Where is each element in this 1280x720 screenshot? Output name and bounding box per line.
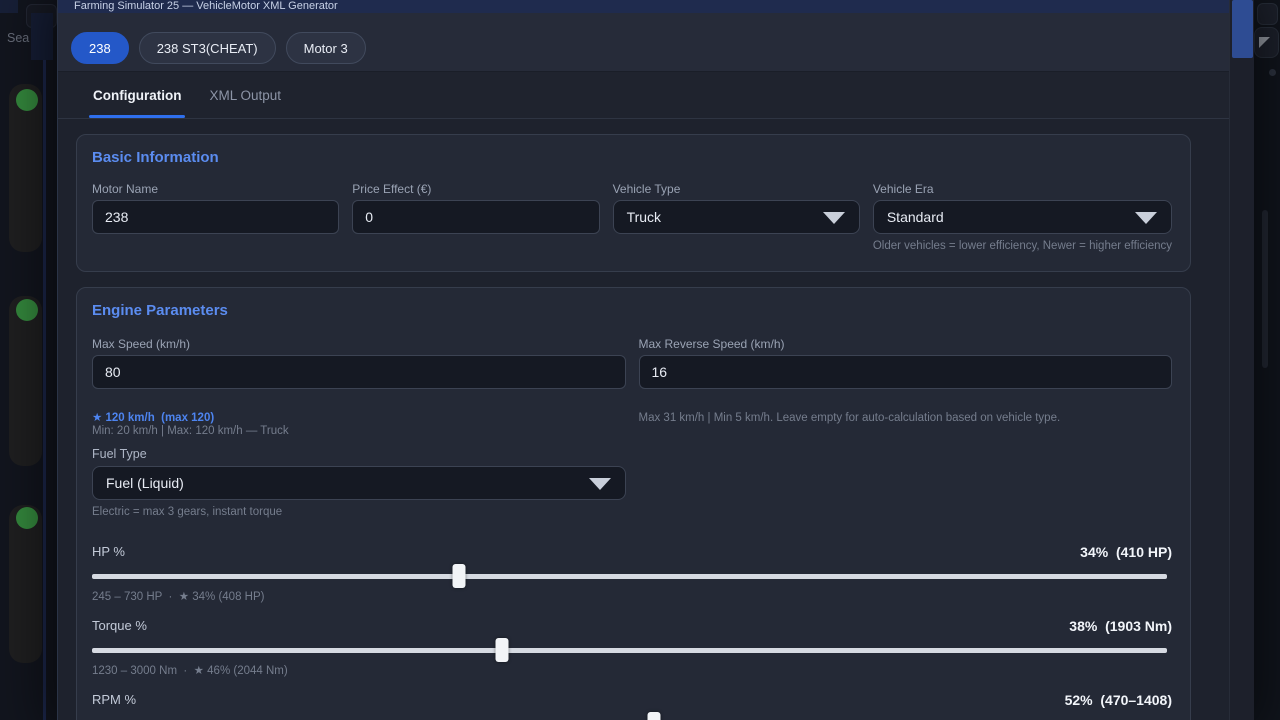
hp-slider-block: HP % 34% (410 HP) 245 – 730 HP · ★ 34% (… <box>92 543 1172 604</box>
engine-parameters-card: Engine Parameters Max Speed (km/h) Max R… <box>76 287 1191 720</box>
tab-xml-output[interactable]: XML Output <box>205 72 285 118</box>
max-reverse-speed-label: Max Reverse Speed (km/h) <box>639 337 1173 351</box>
max-speed-hint: Min: 20 km/h | Max: 120 km/h — Truck <box>92 425 626 438</box>
fuel-type-hint: Electric = max 3 gears, instant torque <box>92 506 626 519</box>
max-speed-field-group: Max Speed (km/h) <box>92 337 626 389</box>
hp-slider-value: 34% (410 HP) <box>1080 544 1172 560</box>
vehicle-era-hint: Older vehicles = lower efficiency, Newer… <box>873 240 1172 253</box>
vehicle-type-select[interactable]: Truck <box>613 200 860 234</box>
speed-fields: Max Speed (km/h) Max Reverse Speed (km/h… <box>92 337 1172 519</box>
modal-scrim-left <box>0 0 57 720</box>
screen: Sea Farming Simulator 25 — VehicleMotor … <box>0 0 1280 720</box>
rpm-slider-label: RPM % <box>92 692 136 707</box>
engine-sliders: HP % 34% (410 HP) 245 – 730 HP · ★ 34% (… <box>92 543 1172 720</box>
motor-chip-238-st3-cheat[interactable]: 238 ST3(CHEAT) <box>139 32 276 64</box>
motor-chip-motor-3[interactable]: Motor 3 <box>286 32 366 64</box>
dialog-main: Farming Simulator 25 — VehicleMotor XML … <box>58 0 1229 720</box>
modal-scrim-right <box>1253 0 1280 720</box>
caret-down-icon <box>823 212 845 224</box>
vehicle-era-select[interactable]: Standard <box>873 200 1172 234</box>
configuration-panel: Basic Information Motor Name Price Effec… <box>58 120 1229 720</box>
rpm-slider-value: 52% (470–1408) <box>1065 692 1172 708</box>
vehicle-type-label: Vehicle Type <box>613 182 860 196</box>
max-speed-label: Max Speed (km/h) <box>92 337 626 351</box>
torque-slider-thumb[interactable] <box>496 638 509 662</box>
dialog-tabs: Configuration XML Output <box>58 72 1229 119</box>
motor-name-field-group: Motor Name <box>92 182 339 253</box>
vehicle-era-field-group: Vehicle Era Standard Older vehicles = lo… <box>873 182 1172 253</box>
hp-slider[interactable] <box>92 564 1172 588</box>
basic-information-fields: Motor Name Price Effect (€) Vehicle Type… <box>92 182 1172 253</box>
price-effect-label: Price Effect (€) <box>352 182 599 196</box>
torque-slider-value: 38% (1903 Nm) <box>1069 618 1172 634</box>
motor-name-label: Motor Name <box>92 182 339 196</box>
vehicle-type-field-group: Vehicle Type Truck <box>613 182 860 253</box>
torque-slider-track[interactable] <box>92 648 1167 653</box>
max-reverse-speed-hints: Max 31 km/h | Min 5 km/h. Leave empty fo… <box>639 402 1173 519</box>
torque-slider-block: Torque % 38% (1903 Nm) 1230 – 3000 Nm · … <box>92 617 1172 678</box>
torque-slider-label: Torque % <box>92 618 147 633</box>
vehicle-era-label: Vehicle Era <box>873 182 1172 196</box>
max-speed-hints: ★ 120 km/h (max 120) Min: 20 km/h | Max:… <box>92 402 626 519</box>
hp-slider-hint: 245 – 730 HP · ★ 34% (408 HP) <box>92 591 1172 604</box>
vehicle-motor-generator-dialog: Farming Simulator 25 — VehicleMotor XML … <box>57 0 1253 720</box>
motor-chip-238[interactable]: 238 <box>71 32 129 64</box>
dialog-scrollbar-thumb[interactable] <box>1232 0 1253 58</box>
hp-slider-thumb[interactable] <box>453 564 466 588</box>
price-effect-field-group: Price Effect (€) <box>352 182 599 253</box>
tab-configuration[interactable]: Configuration <box>89 72 185 118</box>
fuel-type-label: Fuel Type <box>92 447 626 461</box>
dialog-scrollbar[interactable] <box>1229 0 1254 720</box>
torque-slider-hint: 1230 – 3000 Nm · ★ 46% (2044 Nm) <box>92 665 1172 678</box>
engine-parameters-title: Engine Parameters <box>92 303 1172 319</box>
dialog-title: Farming Simulator 25 — VehicleMotor XML … <box>74 0 338 12</box>
motor-chip-list: 238 238 ST3(CHEAT) Motor 3 <box>58 13 1229 72</box>
price-effect-input[interactable] <box>352 200 599 234</box>
fuel-type-select[interactable]: Fuel (Liquid) <box>92 466 626 500</box>
max-reverse-speed-hint: Max 31 km/h | Min 5 km/h. Leave empty fo… <box>639 412 1173 425</box>
max-speed-recommendation: ★ 120 km/h (max 120) <box>92 412 626 425</box>
hp-slider-track[interactable] <box>92 574 1167 579</box>
dialog-titlebar: Farming Simulator 25 — VehicleMotor XML … <box>58 0 1229 13</box>
rpm-slider-thumb[interactable] <box>647 712 660 720</box>
rpm-slider-block: RPM % 52% (470–1408) 550 – 2200 RPM · ★ … <box>92 691 1172 720</box>
hp-slider-label: HP % <box>92 544 125 559</box>
basic-information-card: Basic Information Motor Name Price Effec… <box>76 134 1191 272</box>
rpm-slider[interactable] <box>92 712 1172 720</box>
max-reverse-speed-input[interactable] <box>639 355 1173 389</box>
basic-information-title: Basic Information <box>92 150 1172 166</box>
caret-down-icon <box>589 478 611 490</box>
caret-down-icon <box>1135 212 1157 224</box>
torque-slider[interactable] <box>92 638 1172 662</box>
max-reverse-speed-field-group: Max Reverse Speed (km/h) <box>639 337 1173 389</box>
max-speed-input[interactable] <box>92 355 626 389</box>
motor-name-input[interactable] <box>92 200 339 234</box>
